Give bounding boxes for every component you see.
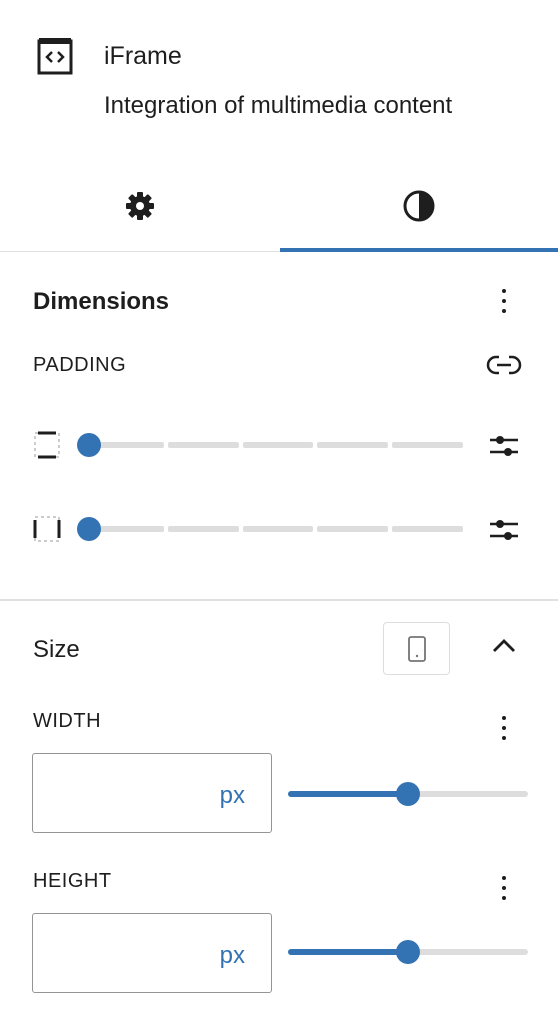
contrast-icon [403, 190, 434, 222]
dimensions-options-button[interactable] [492, 281, 516, 321]
tab-styles[interactable] [279, 160, 558, 252]
padding-label: PADDING [33, 354, 127, 376]
device-preview-button[interactable] [383, 622, 450, 675]
dot [502, 736, 506, 740]
width-value-field[interactable] [43, 774, 203, 814]
padding-vertical-slider-thumb[interactable] [77, 433, 101, 457]
padding-vertical-track[interactable] [89, 442, 463, 448]
height-label: HEIGHT [33, 870, 112, 892]
track-step [392, 442, 463, 448]
dot [502, 876, 506, 880]
dot [502, 896, 506, 900]
mobile-device-icon [407, 635, 426, 662]
dimensions-title: Dimensions [33, 288, 170, 315]
block-title: iFrame [104, 42, 182, 70]
active-tab-indicator [280, 248, 558, 252]
slider-thumb[interactable] [396, 782, 420, 806]
height-unit[interactable]: px [220, 942, 245, 970]
track-step [242, 526, 314, 532]
gear-icon [125, 192, 154, 220]
dot [502, 716, 506, 720]
padding-horizontal-track[interactable] [89, 526, 463, 532]
width-options-button[interactable] [492, 708, 516, 748]
embed-code-icon [37, 38, 73, 75]
chevron-up-icon[interactable] [490, 633, 518, 661]
inspector-tabs [0, 160, 558, 252]
width-input[interactable]: px [32, 753, 272, 833]
dot [502, 726, 506, 730]
size-title: Size [33, 636, 80, 663]
dot [502, 309, 506, 313]
unlink-sides-icon[interactable] [486, 352, 522, 378]
padding-vertical-row [0, 422, 558, 466]
track-step [392, 526, 463, 532]
track-step [93, 526, 164, 532]
slider-thumb[interactable] [396, 940, 420, 964]
track-step [242, 442, 314, 448]
custom-value-settings-icon[interactable] [488, 514, 520, 546]
block-description: Integration of multimedia content [104, 92, 453, 119]
track-step [317, 526, 389, 532]
height-options-button[interactable] [492, 868, 516, 908]
track-step [317, 442, 389, 448]
padding-horizontal-slider-thumb[interactable] [77, 517, 101, 541]
width-unit[interactable]: px [220, 782, 245, 810]
track-step [167, 442, 239, 448]
slider-fill [288, 791, 408, 797]
dot [502, 289, 506, 293]
track-step [93, 442, 164, 448]
track-step [167, 526, 239, 532]
block-card: iFrame Integration of multimedia content [0, 0, 558, 160]
padding-horizontal-icon [33, 516, 61, 542]
slider-fill [288, 949, 408, 955]
panel-divider [0, 599, 558, 601]
padding-vertical-icon [34, 431, 60, 459]
height-value-field[interactable] [43, 934, 203, 974]
tab-settings[interactable] [0, 160, 279, 252]
width-label: WIDTH [33, 710, 102, 732]
height-slider[interactable] [288, 936, 528, 966]
dot [502, 886, 506, 890]
custom-value-settings-icon[interactable] [488, 430, 520, 462]
padding-horizontal-row [0, 506, 558, 550]
width-slider[interactable] [288, 778, 528, 808]
height-input[interactable]: px [32, 913, 272, 993]
dot [502, 299, 506, 303]
